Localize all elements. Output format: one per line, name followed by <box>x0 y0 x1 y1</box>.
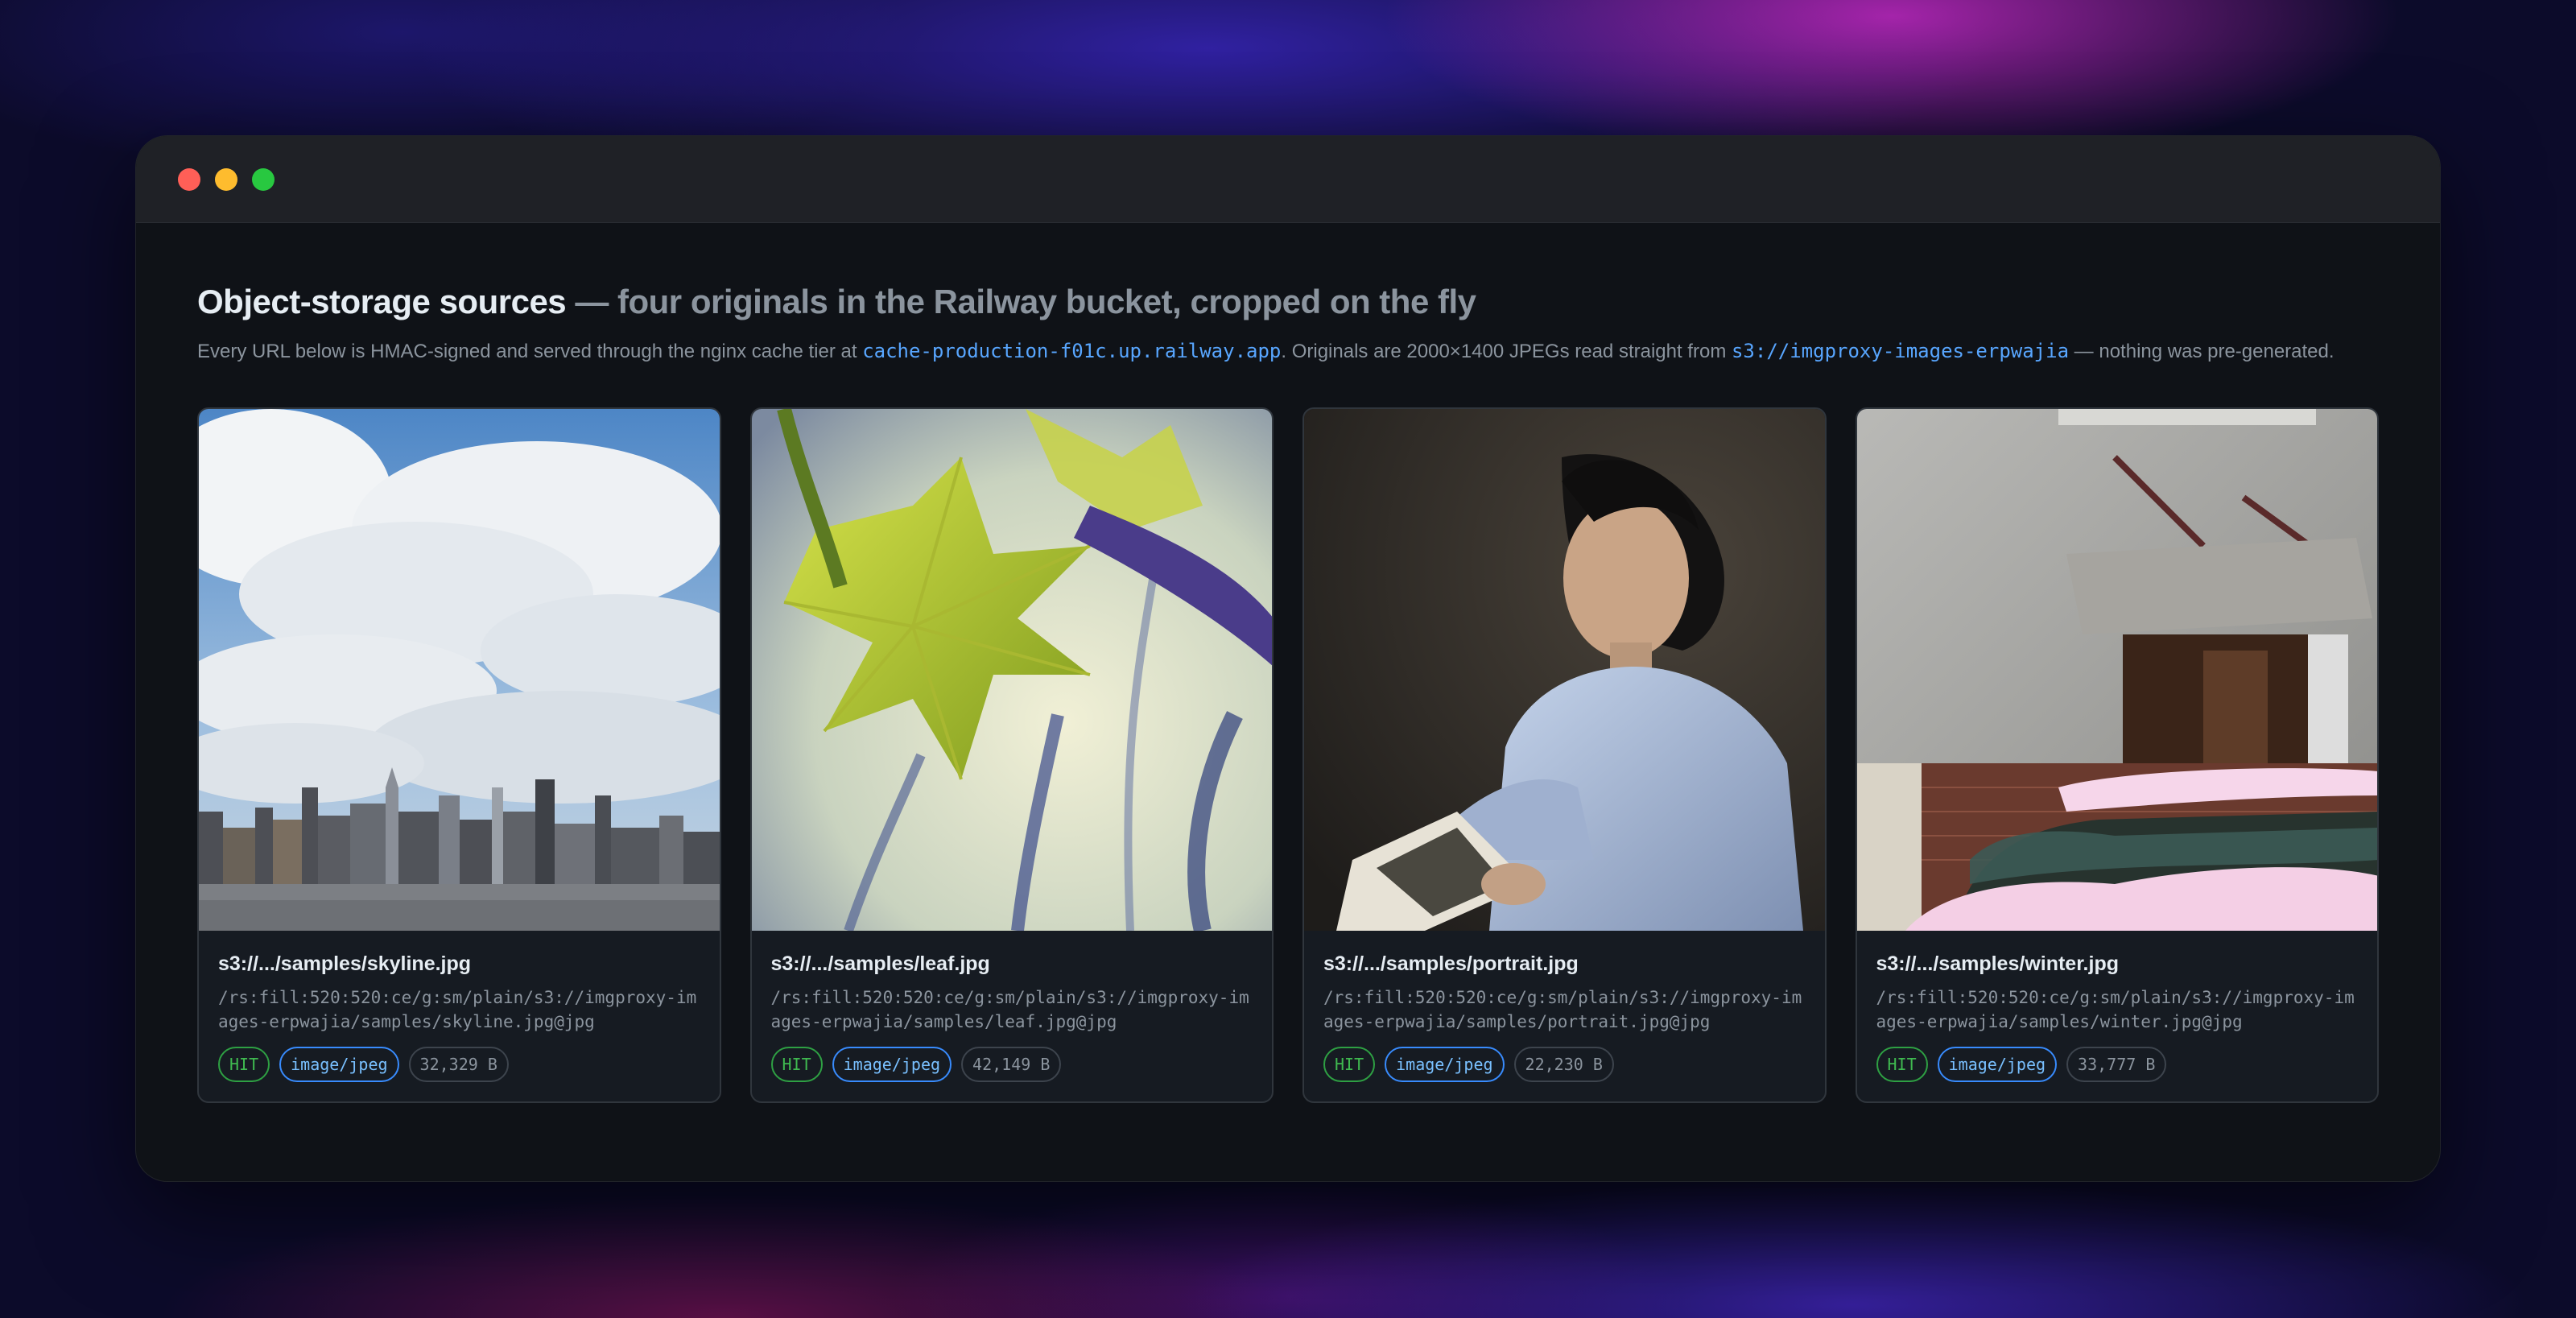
file-size-badge: 32,329 B <box>408 1047 509 1082</box>
page-title-strong: Object-storage sources <box>197 283 567 320</box>
mime-type-badge: image/jpeg <box>1937 1047 2058 1082</box>
close-window-button[interactable] <box>178 167 200 191</box>
object-name[interactable]: s3://.../samples/portrait.jpg <box>1323 950 1806 977</box>
bucket-uri-code: s3://imgproxy-images-erpwajia <box>1731 340 2070 362</box>
file-size-badge: 22,230 B <box>1513 1047 1614 1082</box>
mime-type-badge: image/jpeg <box>1385 1047 1505 1082</box>
object-url-path[interactable]: /rs:fill:520:520:ce/g:sm/plain/s3://imgp… <box>218 985 700 1034</box>
cache-status-badge: HIT <box>1323 1047 1376 1082</box>
desc-text-2: . Originals are 2000×1400 JPEGs read str… <box>1281 341 1732 362</box>
image-card-winter[interactable]: s3://.../samples/winter.jpg /rs:fill:520… <box>1855 407 2379 1103</box>
object-url-path[interactable]: /rs:fill:520:520:ce/g:sm/plain/s3://imgp… <box>1876 985 2359 1034</box>
object-url-path[interactable]: /rs:fill:520:520:ce/g:sm/plain/s3://imgp… <box>1323 985 1806 1034</box>
cache-status-badge: HIT <box>218 1047 270 1082</box>
object-name[interactable]: s3://.../samples/skyline.jpg <box>218 950 700 977</box>
card-meta: s3://.../samples/leaf.jpg /rs:fill:520:5… <box>752 931 1273 1082</box>
card-meta: s3://.../samples/skyline.jpg /rs:fill:52… <box>199 931 720 1082</box>
card-meta: s3://.../samples/portrait.jpg /rs:fill:5… <box>1304 931 1825 1082</box>
image-card-leaf[interactable]: s3://.../samples/leaf.jpg /rs:fill:520:5… <box>749 407 1274 1103</box>
main-content: Object-storage sources — four originals … <box>136 223 2440 1103</box>
page-title-subtitle: — four originals in the Railway bucket, … <box>566 283 1476 320</box>
desc-text-3: — nothing was pre-generated. <box>2069 341 2334 362</box>
image-card-skyline[interactable]: s3://.../samples/skyline.jpg /rs:fill:52… <box>197 407 721 1103</box>
page-description: Every URL below is HMAC-signed and serve… <box>197 336 2379 367</box>
badge-row: HIT image/jpeg 32,329 B <box>218 1047 700 1082</box>
badge-row: HIT image/jpeg 22,230 B <box>1323 1047 1806 1082</box>
image-grid: s3://.../samples/skyline.jpg /rs:fill:52… <box>197 407 2379 1103</box>
mime-type-badge: image/jpeg <box>832 1047 952 1082</box>
desc-text-1: Every URL below is HMAC-signed and serve… <box>197 341 863 362</box>
page-title: Object-storage sources — four originals … <box>197 279 2379 324</box>
badge-row: HIT image/jpeg 42,149 B <box>770 1047 1253 1082</box>
cache-status-badge: HIT <box>770 1047 823 1082</box>
zoom-window-button[interactable] <box>252 167 275 191</box>
file-size-badge: 33,777 B <box>2066 1047 2167 1082</box>
portrait-image[interactable] <box>1304 409 1825 931</box>
cache-status-badge: HIT <box>1876 1047 1928 1082</box>
badge-row: HIT image/jpeg 33,777 B <box>1876 1047 2359 1082</box>
leaf-image[interactable] <box>751 409 1273 931</box>
cache-host-code: cache-production-f01c.up.railway.app <box>862 340 1282 362</box>
mime-type-badge: image/jpeg <box>279 1047 399 1082</box>
winter-image[interactable] <box>1856 409 2378 931</box>
title-bar <box>136 136 2440 223</box>
skyline-image[interactable] <box>199 409 720 931</box>
file-size-badge: 42,149 B <box>961 1047 1062 1082</box>
object-name[interactable]: s3://.../samples/leaf.jpg <box>771 950 1253 977</box>
object-name[interactable]: s3://.../samples/winter.jpg <box>1876 950 2359 977</box>
card-meta: s3://.../samples/winter.jpg /rs:fill:520… <box>1857 931 2378 1082</box>
image-card-portrait[interactable]: s3://.../samples/portrait.jpg /rs:fill:5… <box>1302 407 1827 1103</box>
minimize-window-button[interactable] <box>215 167 237 191</box>
object-url-path[interactable]: /rs:fill:520:520:ce/g:sm/plain/s3://imgp… <box>771 985 1253 1034</box>
app-window: Object-storage sources — four originals … <box>135 135 2441 1182</box>
